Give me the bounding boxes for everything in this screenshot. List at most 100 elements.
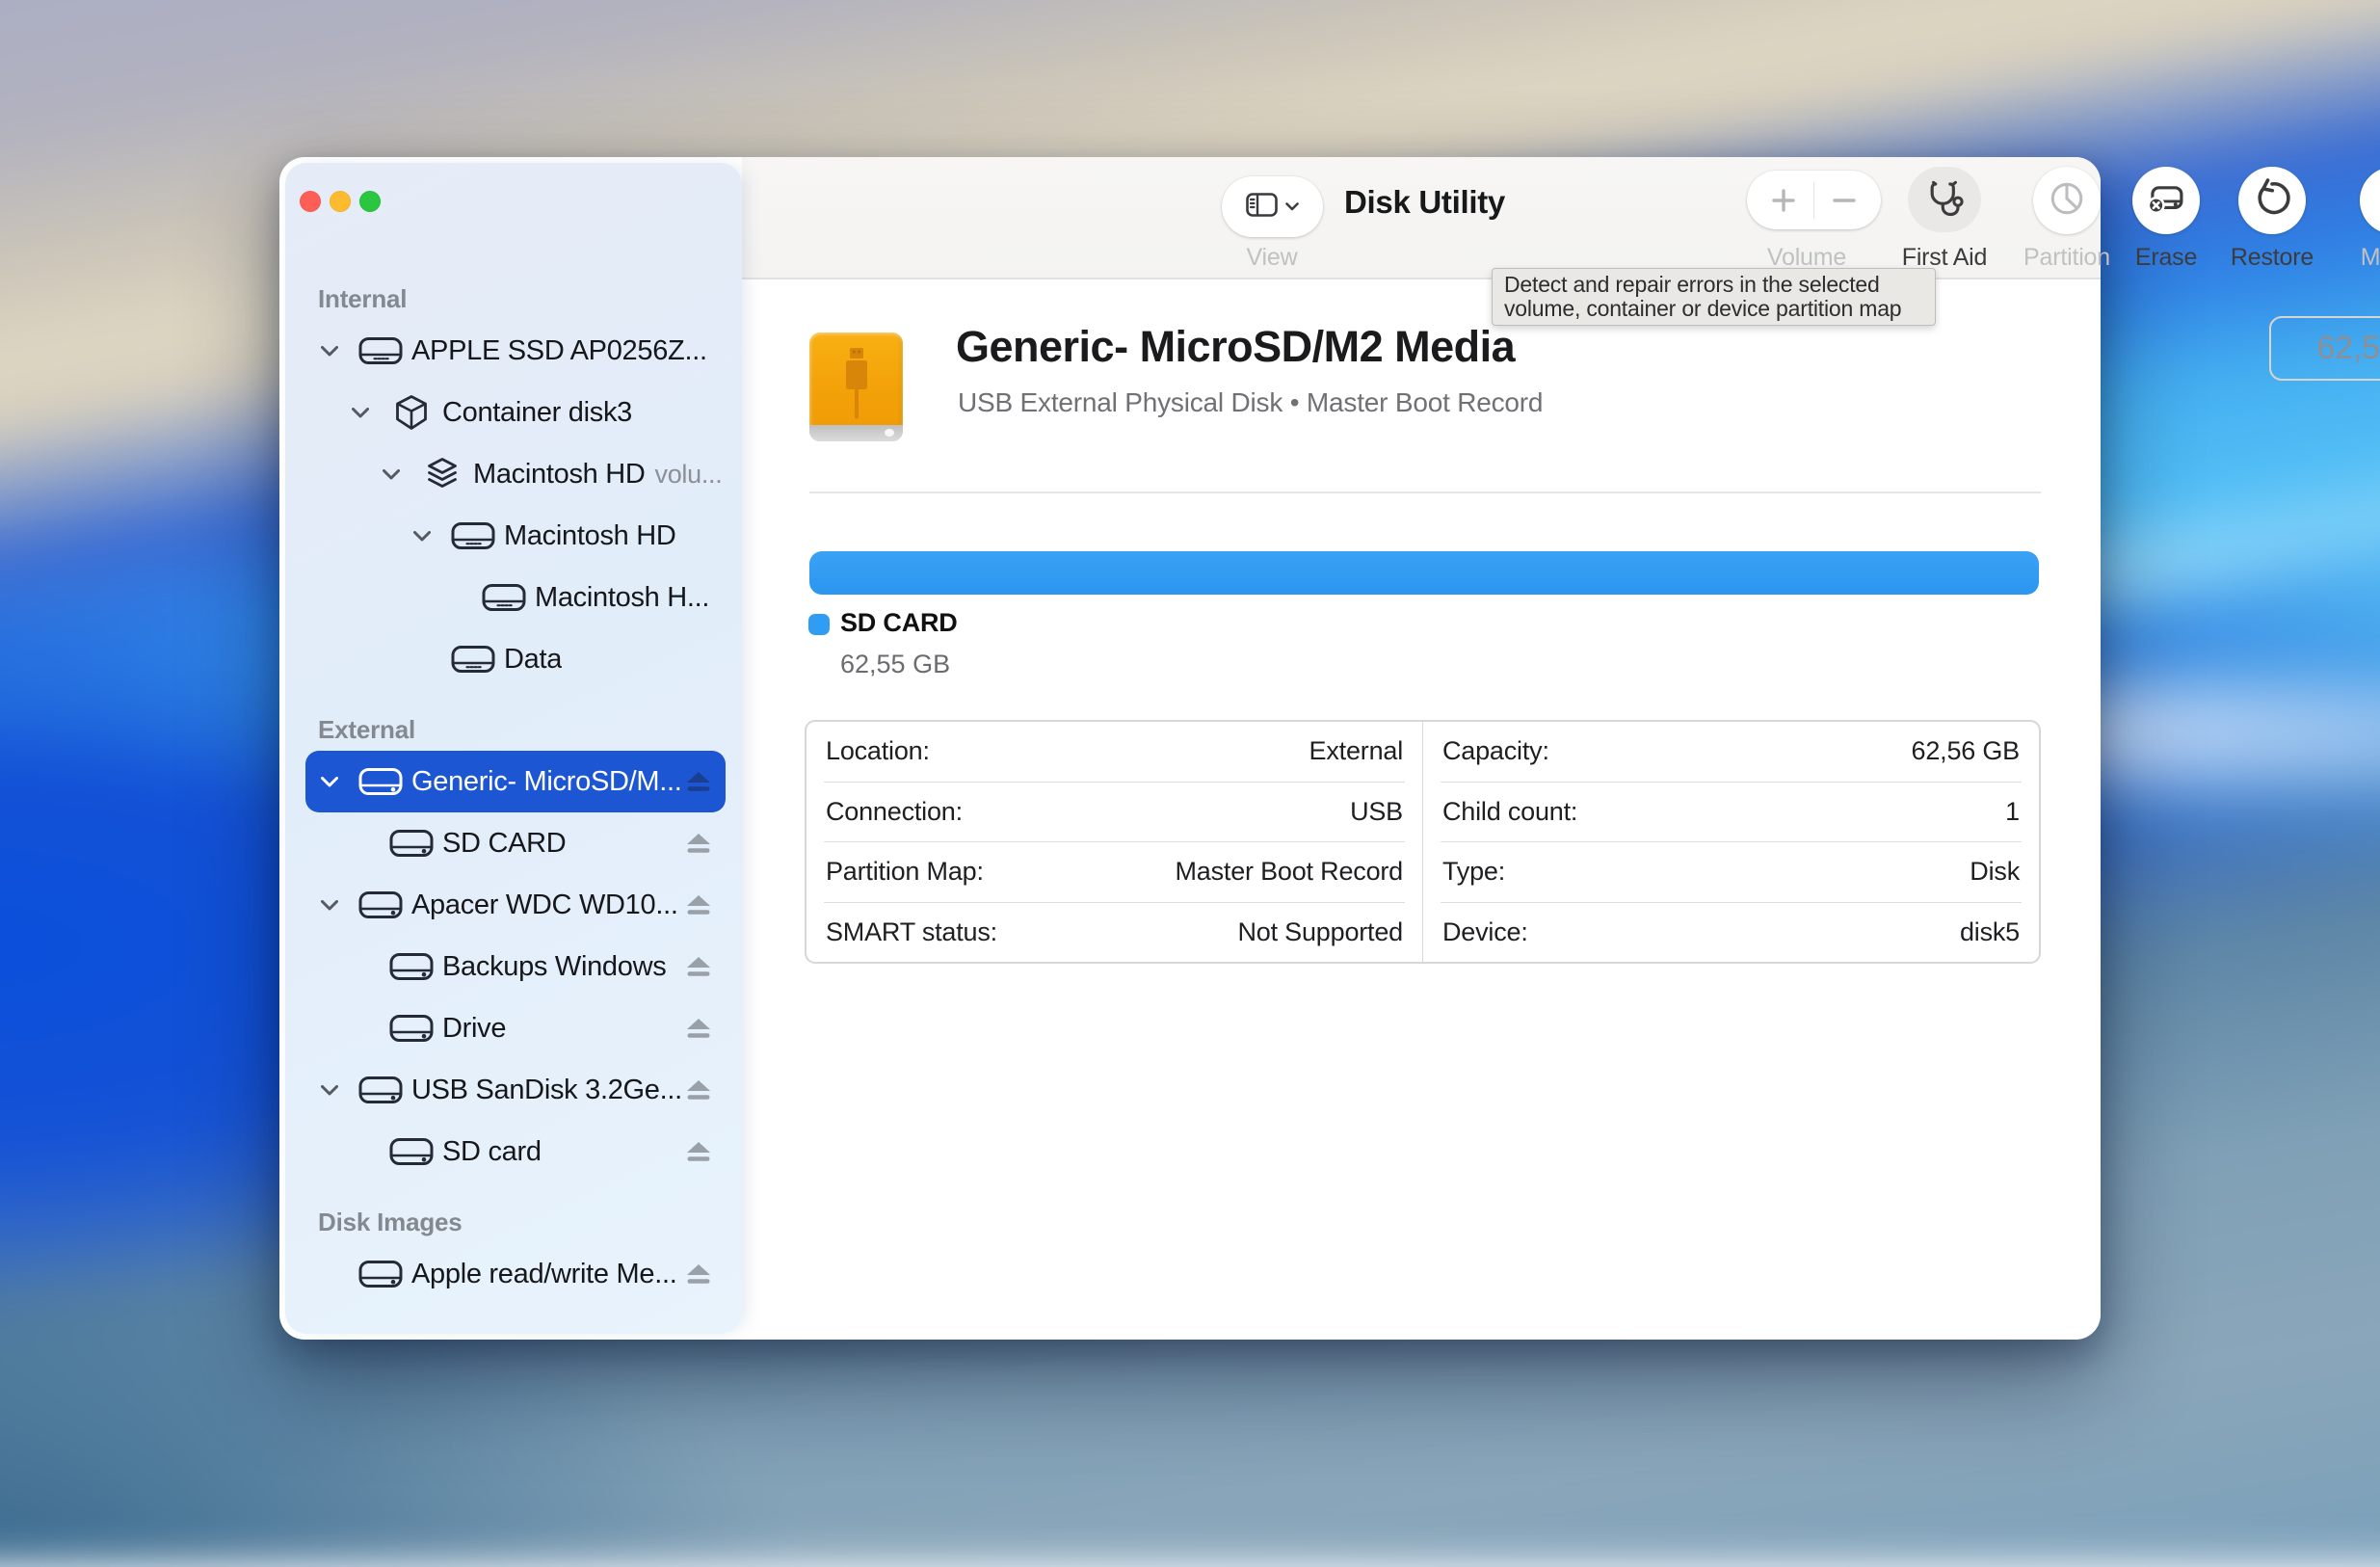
container-icon: [389, 394, 434, 431]
restore-button[interactable]: [2238, 167, 2306, 234]
tooltip-line1: Detect and repair errors in the selected: [1504, 273, 1923, 298]
external-disk-icon: [358, 1258, 403, 1290]
detail-value: USB: [1350, 797, 1403, 827]
eject-icon[interactable]: [685, 894, 712, 916]
device-name: SD CARD: [442, 828, 566, 860]
internal-disk-icon: [482, 581, 526, 614]
tooltip-line2: volume, container or device partition ma…: [1504, 297, 1923, 322]
first-aid-button-label: First Aid: [1902, 244, 1988, 269]
detail-label: Child count:: [1442, 797, 1577, 827]
external-disk-icon: [358, 765, 403, 798]
eject-icon[interactable]: [685, 771, 712, 792]
mount-eject-icon: [2373, 178, 2380, 224]
view-button[interactable]: [1222, 176, 1323, 237]
first-aid-button[interactable]: [1908, 167, 1981, 232]
disclosure-chevron-icon[interactable]: [318, 900, 341, 911]
external-device-icon: [809, 332, 903, 441]
sidebar-device-row[interactable]: Apple read/write Me...: [305, 1243, 726, 1305]
erase-button[interactable]: [2132, 167, 2200, 234]
restore-arrow-icon: [2252, 178, 2292, 224]
header-divider: [809, 491, 2041, 493]
device-title: Generic- MicroSD/M2 Media: [956, 322, 1515, 372]
sidebar-device-row[interactable]: Container disk3: [305, 382, 726, 443]
eject-icon[interactable]: [685, 1079, 712, 1101]
sidebar-device-row[interactable]: Drive: [305, 997, 726, 1059]
partition-usage-bar[interactable]: [809, 551, 2039, 595]
add-volume-icon[interactable]: [1754, 186, 1813, 215]
sidebar-device-row[interactable]: Data: [305, 628, 726, 690]
add-volume-remove-volume-buttons[interactable]: [1747, 171, 1881, 229]
stethoscope-icon: [1924, 177, 1965, 223]
partition-size: 62,55 GB: [840, 650, 950, 679]
disclosure-chevron-icon[interactable]: [380, 469, 403, 480]
internal-disk-icon: [451, 519, 495, 552]
disclosure-chevron-icon[interactable]: [318, 346, 341, 357]
eject-icon[interactable]: [685, 1018, 712, 1039]
detail-row-capacity: Capacity: 62,56 GB: [1441, 722, 2022, 783]
detail-label: Location:: [826, 736, 930, 766]
erase-button-label: Erase: [2135, 244, 2197, 269]
sidebar-device-row[interactable]: APPLE SSD AP0256Z...: [305, 320, 726, 382]
device-name-suffix: volu...: [655, 460, 723, 490]
external-disk-icon: [389, 1012, 434, 1045]
sidebar-section-label: Disk Images: [285, 1201, 742, 1243]
device-icon-led: [885, 429, 894, 437]
device-name: Data: [504, 644, 562, 676]
sidebar-device-row[interactable]: Macintosh HD volu...: [305, 443, 726, 505]
sidebar-section-label: Internal: [285, 278, 742, 320]
device-name: Macintosh HD: [504, 520, 676, 552]
device-name: Macintosh H...: [535, 582, 709, 614]
device-name: USB SanDisk 3.2Ge...: [411, 1075, 682, 1106]
sidebar-device-row[interactable]: SD CARD: [305, 812, 726, 874]
view-button-label: View: [1247, 244, 1298, 269]
detail-label: SMART status:: [826, 917, 997, 947]
disclosure-chevron-icon[interactable]: [410, 531, 434, 542]
detail-value: Not Supported: [1237, 917, 1403, 947]
sidebar-device-row[interactable]: Macintosh HD: [305, 505, 726, 567]
external-disk-icon: [389, 950, 434, 983]
pie-chart-icon: [2048, 179, 2086, 223]
volume-group-icon: [420, 457, 464, 491]
detail-value: 1: [2005, 797, 2020, 827]
sidebar-device-row[interactable]: Apacer WDC WD10...: [305, 874, 726, 936]
eject-icon[interactable]: [685, 1263, 712, 1285]
external-disk-icon: [389, 827, 434, 860]
device-subtitle: USB External Physical Disk • Master Boot…: [958, 387, 1543, 418]
disclosure-chevron-icon[interactable]: [318, 1085, 341, 1096]
internal-disk-icon: [358, 334, 403, 367]
device-name: Backups Windows: [442, 951, 666, 983]
detail-label: Device:: [1442, 917, 1528, 947]
sidebar-section-label: External: [285, 708, 742, 751]
chevron-down-icon: [1285, 199, 1299, 216]
remove-volume-icon[interactable]: [1814, 186, 1874, 215]
toolbar: View Disk Utility Volume F: [742, 157, 2101, 279]
sidebar: Internal APPLE SSD AP0256Z... Container …: [285, 163, 742, 1334]
eject-icon[interactable]: [685, 1141, 712, 1162]
eject-icon[interactable]: [685, 833, 712, 854]
sidebar-device-row[interactable]: Generic- MicroSD/M...: [305, 751, 726, 812]
partition-name: SD CARD: [840, 608, 958, 638]
device-name: Apacer WDC WD10...: [411, 890, 678, 921]
disclosure-chevron-icon[interactable]: [349, 408, 372, 418]
sidebar-device-row[interactable]: Macintosh H...: [305, 567, 726, 628]
detail-row-partition-map: Partition Map: Master Boot Record: [824, 842, 1405, 903]
detail-label: Capacity:: [1442, 736, 1549, 766]
detail-value: Master Boot Record: [1176, 857, 1404, 887]
device-name: Apple read/write Me...: [411, 1259, 676, 1290]
sidebar-device-row[interactable]: SD card: [305, 1121, 726, 1182]
usb-plug-glyph: [840, 348, 873, 426]
detail-row-type: Type: Disk: [1441, 842, 2022, 903]
detail-label: Connection:: [826, 797, 963, 827]
details-left-column: Location: External Connection: USB Parti…: [807, 722, 1423, 962]
detail-value: 62,56 GB: [1912, 736, 2020, 766]
erase-disk-icon: [2145, 179, 2187, 223]
detail-label: Type:: [1442, 857, 1505, 887]
eject-icon[interactable]: [685, 956, 712, 977]
partition-button[interactable]: [2033, 167, 2101, 234]
device-name: Drive: [442, 1013, 506, 1045]
disclosure-chevron-icon[interactable]: [318, 777, 341, 787]
restore-button-label: Restore: [2231, 244, 2314, 269]
sidebar-device-row[interactable]: Backups Windows: [305, 936, 726, 997]
sidebar-device-row[interactable]: USB SanDisk 3.2Ge...: [305, 1059, 726, 1121]
detail-row-child-count: Child count: 1: [1441, 783, 2022, 843]
